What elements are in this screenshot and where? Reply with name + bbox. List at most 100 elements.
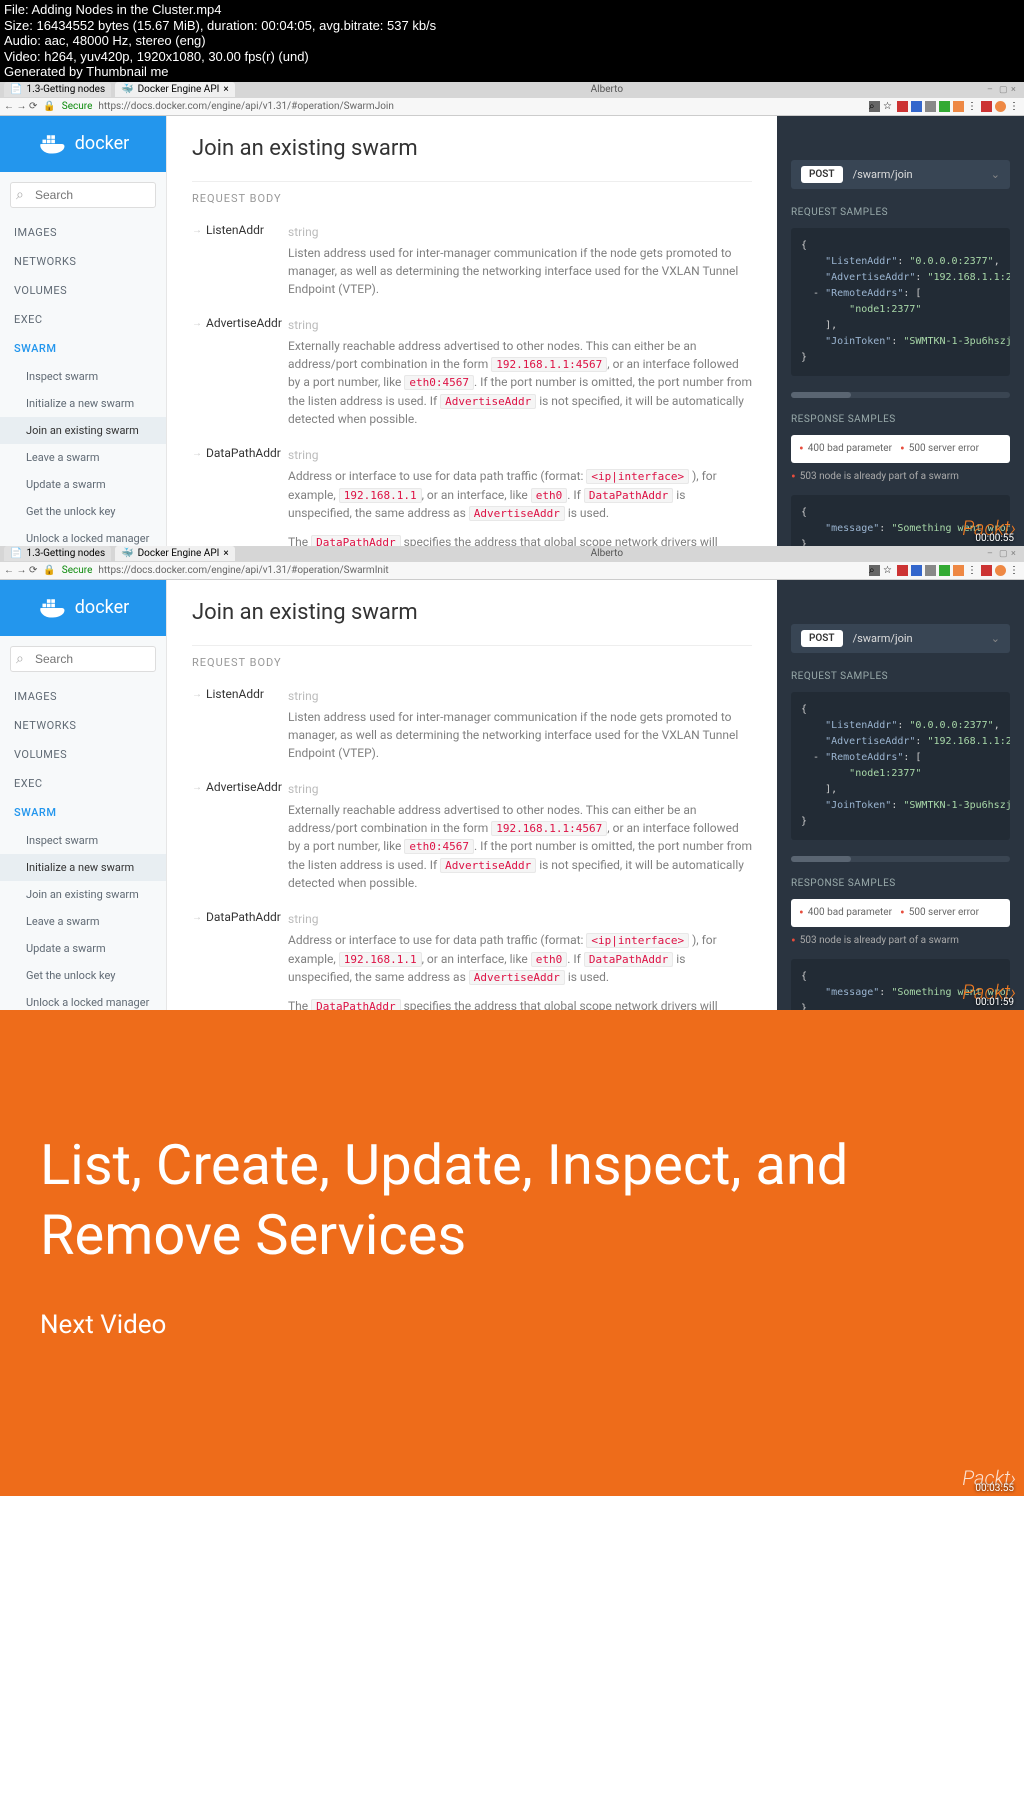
whale-icon <box>37 597 67 619</box>
code-inline: 192.168.1.1 <box>339 952 422 967</box>
code-inline: AdvertiseAddr <box>469 506 565 521</box>
param-listenaddr: ListenAddr string Listen address used fo… <box>192 687 752 762</box>
sidebar-sub-update[interactable]: Update a swarm <box>0 471 166 498</box>
brand-text: docker <box>75 597 129 618</box>
sidebar: docker IMAGES NETWORKS VOLUMES EXEC SWAR… <box>0 116 167 546</box>
param-type: string <box>288 223 752 241</box>
code-inline: AdvertiseAddr <box>440 858 536 873</box>
extension-icons[interactable]: ⌕☆⋮⋮ <box>869 565 1020 576</box>
code-inline: 192.168.1.1 <box>339 488 422 503</box>
resp-503-tab[interactable]: 503 node is already part of a swarm <box>791 469 1010 485</box>
param-type: string <box>288 687 752 705</box>
sidebar-item-exec[interactable]: EXEC <box>0 769 166 798</box>
browser-tab-2[interactable]: 🐳 Docker Engine API × <box>115 82 235 97</box>
sidebar-sub-unlock-key[interactable]: Get the unlock key <box>0 498 166 525</box>
resp-503-tab[interactable]: 503 node is already part of a swarm <box>791 933 1010 949</box>
sidebar-sub-init[interactable]: Initialize a new swarm <box>0 854 166 881</box>
sidebar-item-swarm[interactable]: SWARM <box>0 798 166 827</box>
sidebar: docker IMAGES NETWORKS VOLUMES EXEC SWAR… <box>0 580 167 1010</box>
request-code-block[interactable]: { "ListenAddr": "0.0.0.0:2377", "Adverti… <box>791 692 1010 840</box>
sidebar-sub-unlock-mgr[interactable]: Unlock a locked manager <box>0 989 166 1010</box>
sidebar-item-swarm[interactable]: SWARM <box>0 334 166 363</box>
code-inline: eth0 <box>531 952 568 967</box>
sidebar-sub-inspect[interactable]: Inspect swarm <box>0 827 166 854</box>
request-code-block[interactable]: { "ListenAddr": "0.0.0.0:2377", "Adverti… <box>791 228 1010 376</box>
param-name: AdvertiseAddr <box>206 780 288 893</box>
sidebar-sub-leave[interactable]: Leave a swarm <box>0 444 166 471</box>
lock-icon: 🔒 <box>43 565 55 576</box>
param-type: string <box>288 780 752 798</box>
extension-icons[interactable]: ⌕☆⋮⋮ <box>869 101 1020 112</box>
response-tabs: 400 bad parameter 500 server error <box>791 899 1010 927</box>
sidebar-sub-join[interactable]: Join an existing swarm <box>0 881 166 908</box>
sidebar-sub-leave[interactable]: Leave a swarm <box>0 908 166 935</box>
sidebar-item-volumes[interactable]: VOLUMES <box>0 276 166 305</box>
sidebar-sub-join[interactable]: Join an existing swarm <box>0 417 166 444</box>
sidebar-sub-unlock-mgr[interactable]: Unlock a locked manager <box>0 525 166 546</box>
code-inline: DataPathAddr <box>584 488 673 503</box>
sidebar-item-exec[interactable]: EXEC <box>0 305 166 334</box>
lock-icon: 🔒 <box>43 101 55 112</box>
endpoint-selector[interactable]: POST /swarm/join ⌄ <box>791 624 1010 653</box>
nav-buttons[interactable]: ← → ⟳ <box>4 565 37 576</box>
browser-profile[interactable]: Alberto <box>591 548 623 559</box>
code-inline: eth0 <box>531 488 568 503</box>
sidebar-item-networks[interactable]: NETWORKS <box>0 711 166 740</box>
secure-label: Secure <box>62 101 93 112</box>
param-type: string <box>288 316 752 334</box>
main-content: Join an existing swarm REQUEST BODY List… <box>167 580 777 1010</box>
param-name: AdvertiseAddr <box>206 316 288 429</box>
window-controls[interactable]: –▢× <box>987 549 1024 558</box>
param-desc-text: Listen address used for inter-manager co… <box>288 710 738 760</box>
param-datapathaddr: DataPathAddr string Address or interface… <box>192 446 752 546</box>
search-input[interactable] <box>10 182 156 208</box>
param-type: string <box>288 910 752 928</box>
sidebar-sub-update[interactable]: Update a swarm <box>0 935 166 962</box>
docker-logo[interactable]: docker <box>0 580 166 636</box>
sidebar-sub-unlock-key[interactable]: Get the unlock key <box>0 962 166 989</box>
param-type: string <box>288 446 752 464</box>
code-inline: <ip|interface> <box>586 933 689 948</box>
resp-400-tab[interactable]: 400 bad parameter <box>799 441 892 457</box>
sidebar-item-images[interactable]: IMAGES <box>0 682 166 711</box>
code-inline: 192.168.1.1:4567 <box>491 357 607 372</box>
sidebar-sub-inspect[interactable]: Inspect swarm <box>0 363 166 390</box>
sidebar-item-images[interactable]: IMAGES <box>0 218 166 247</box>
thumbnail-3-title-slide: List, Create, Update, Inspect, and Remov… <box>0 1010 1024 1496</box>
file-line: Video: h264, yuv420p, 1920x1080, 30.00 f… <box>4 49 1020 65</box>
docker-logo[interactable]: docker <box>0 116 166 172</box>
browser-profile[interactable]: Alberto <box>591 84 623 95</box>
response-samples-label: RESPONSE SAMPLES <box>791 414 1010 425</box>
param-datapathaddr: DataPathAddr string Address or interface… <box>192 910 752 1010</box>
browser-address-bar: ← → ⟳ 🔒 Secure https://docs.docker.com/e… <box>0 562 1024 580</box>
resp-500-tab[interactable]: 500 server error <box>900 441 979 457</box>
window-controls[interactable]: –▢× <box>987 85 1024 94</box>
browser-tab-1[interactable]: 📄 1.3-Getting nodes <box>4 546 111 561</box>
request-body-label: REQUEST BODY <box>192 181 752 205</box>
timestamp: 00:00:55 <box>975 533 1014 544</box>
nav-buttons[interactable]: ← → ⟳ <box>4 101 37 112</box>
response-tabs: 400 bad parameter 500 server error <box>791 435 1010 463</box>
param-name: ListenAddr <box>206 687 288 762</box>
response-samples-label: RESPONSE SAMPLES <box>791 878 1010 889</box>
timestamp: 00:01:59 <box>975 997 1014 1008</box>
sidebar-item-networks[interactable]: NETWORKS <box>0 247 166 276</box>
code-inline: <ip|interface> <box>586 469 689 484</box>
endpoint-selector[interactable]: POST /swarm/join ⌄ <box>791 160 1010 189</box>
sidebar-item-volumes[interactable]: VOLUMES <box>0 740 166 769</box>
request-samples-label: REQUEST SAMPLES <box>791 671 1010 682</box>
scrollbar-horizontal[interactable] <box>791 392 1010 398</box>
resp-400-tab[interactable]: 400 bad parameter <box>799 905 892 921</box>
file-metadata-header: File: Adding Nodes in the Cluster.mp4 Si… <box>0 0 1024 82</box>
resp-500-tab[interactable]: 500 server error <box>900 905 979 921</box>
url-text[interactable]: https://docs.docker.com/engine/api/v1.31… <box>98 565 863 576</box>
sidebar-sub-init[interactable]: Initialize a new swarm <box>0 390 166 417</box>
page-title: Join an existing swarm <box>192 600 752 625</box>
param-name: DataPathAddr <box>206 910 288 1010</box>
browser-tab-2[interactable]: 🐳 Docker Engine API × <box>115 546 235 561</box>
scrollbar-horizontal[interactable] <box>791 856 1010 862</box>
file-line: File: Adding Nodes in the Cluster.mp4 <box>4 2 1020 18</box>
browser-tab-1[interactable]: 📄 1.3-Getting nodes <box>4 82 111 97</box>
url-text[interactable]: https://docs.docker.com/engine/api/v1.31… <box>98 101 863 112</box>
search-input[interactable] <box>10 646 156 672</box>
